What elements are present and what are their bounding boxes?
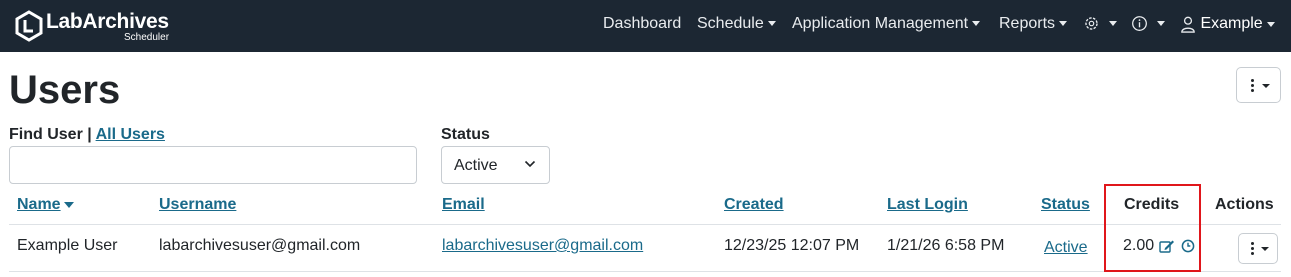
top-navbar: LabArchives Scheduler Dashboard Schedule… [0,0,1291,52]
user-icon [1181,16,1195,33]
kebab-icon [1251,242,1254,257]
find-user-label: Find User | All Users [9,126,165,144]
chevron-down-icon [1157,21,1165,27]
nav-user-name: Example [1200,15,1263,32]
gear-icon [1085,17,1098,30]
nav-application-management[interactable]: Application Management [792,15,981,33]
brand-name: LabArchives [46,10,169,33]
nav-help-menu[interactable] [1131,15,1165,33]
page-title: Users [9,68,121,112]
nav-settings-menu[interactable] [1083,15,1117,33]
column-header-status[interactable]: Status [1041,196,1090,214]
status-filter-label: Status [441,126,490,143]
info-icon [1132,16,1147,32]
labarchives-logo-icon [15,10,43,42]
status-filter-value: Active [454,157,498,174]
column-header-email[interactable]: Email [442,196,485,214]
column-header-actions: Actions [1215,196,1274,213]
cell-username: labarchivesuser@gmail.com [159,237,361,254]
column-header-created[interactable]: Created [724,196,784,214]
cell-last-login: 1/21/26 6:58 PM [887,237,1005,254]
status-filter-select[interactable]: Active [441,146,550,184]
nav-schedule-label: Schedule [697,15,764,32]
chevron-down-icon [972,21,981,27]
nav-application-management-label: Application Management [792,15,969,32]
row-actions-button[interactable] [1238,233,1278,264]
cell-email-link[interactable]: labarchivesuser@gmail.com [442,237,643,255]
chevron-down-icon [1262,84,1270,88]
find-user-label-text: Find User | [9,126,92,143]
table-row-divider [9,271,1281,272]
column-header-last-login[interactable]: Last Login [887,196,968,214]
page-actions-button[interactable] [1236,67,1281,103]
column-header-username[interactable]: Username [159,196,236,214]
chevron-down-icon [767,21,776,27]
cell-status-link[interactable]: Active [1044,239,1088,257]
chevron-down-icon [1261,247,1269,251]
column-header-name[interactable]: Name [17,196,74,214]
nav-dashboard[interactable]: Dashboard [603,15,681,33]
chevron-down-icon [1109,21,1117,27]
kebab-icon [1251,79,1254,94]
chevron-down-icon [524,160,536,168]
table-header-divider [9,224,1281,225]
nav-reports[interactable]: Reports [999,15,1068,33]
find-user-input[interactable] [9,146,417,184]
nav-user-menu[interactable]: Example [1180,15,1275,33]
chevron-down-icon [1059,21,1068,27]
brand-subtitle: Scheduler [124,32,170,43]
cell-name: Example User [17,237,118,254]
nav-schedule[interactable]: Schedule [697,15,776,33]
sort-descending-icon [63,201,74,208]
all-users-link[interactable]: All Users [96,126,165,143]
column-header-name-label: Name [17,196,61,213]
chevron-down-icon [1266,21,1275,27]
nav-reports-label: Reports [999,15,1056,32]
credits-column-highlight [1104,184,1201,272]
cell-created: 12/23/25 12:07 PM [724,237,860,254]
